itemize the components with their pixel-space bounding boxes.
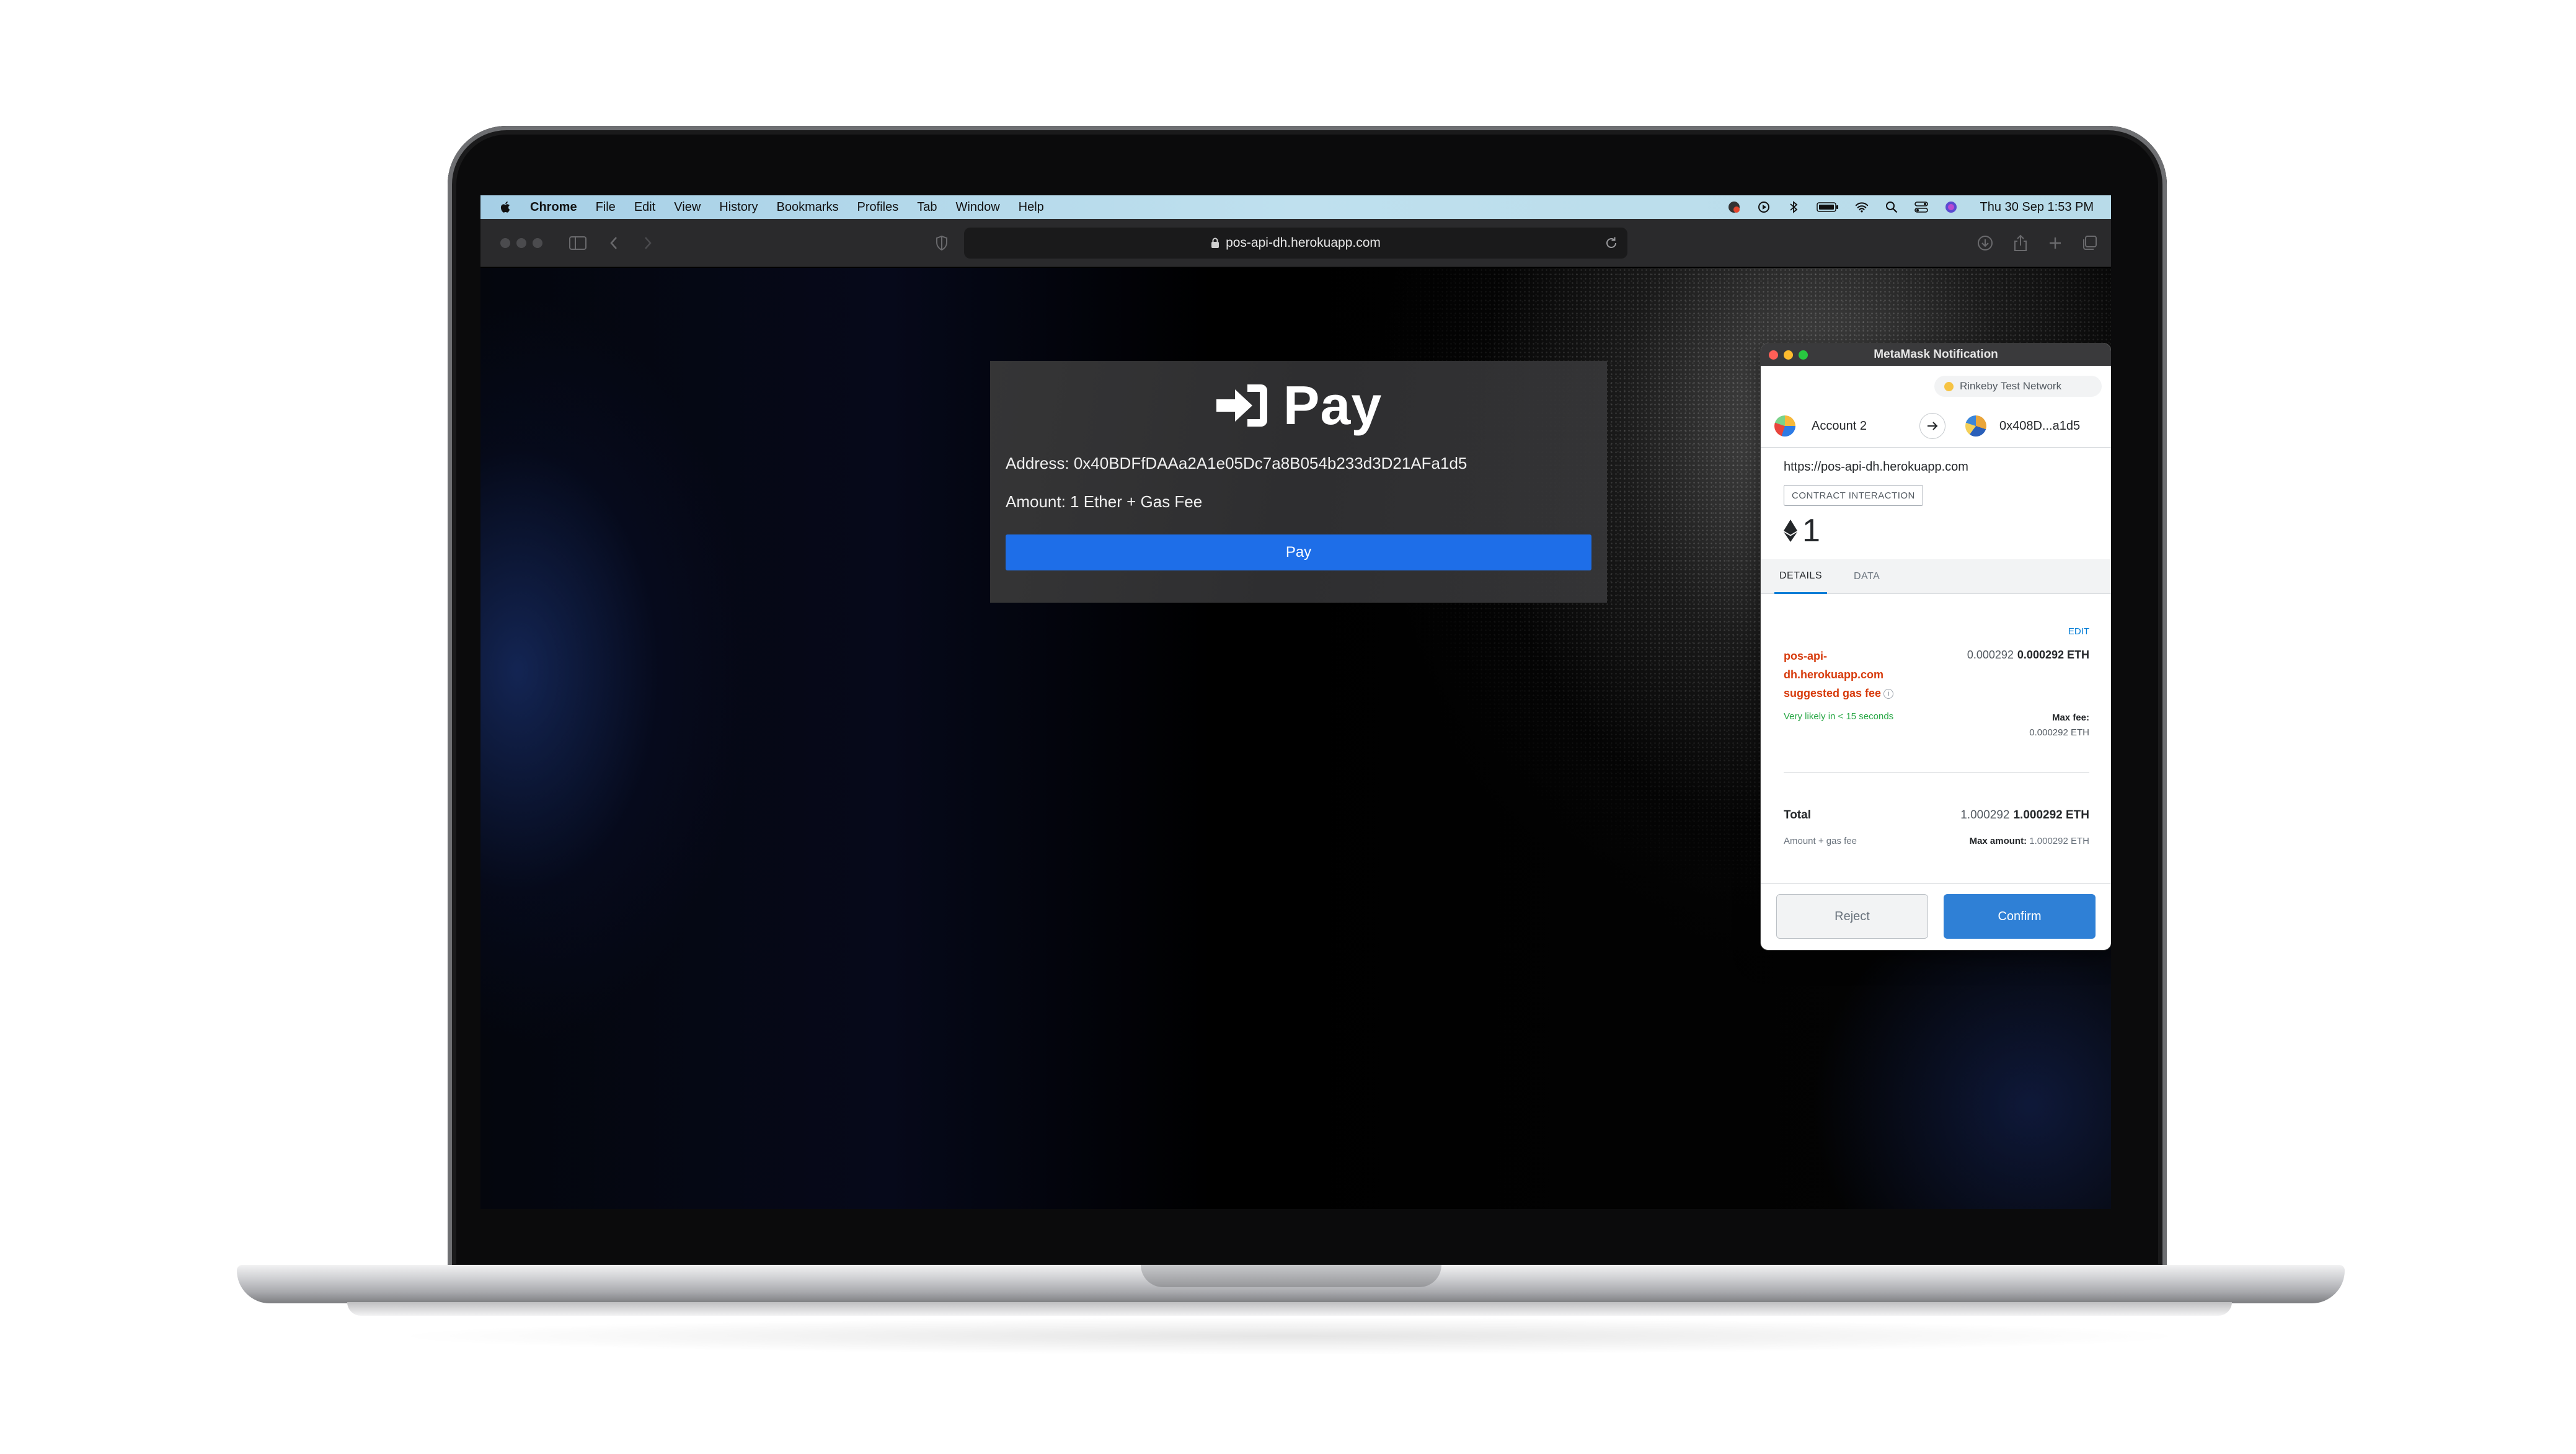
menu-help[interactable]: Help <box>1019 200 1044 215</box>
laptop-notch <box>1141 1265 1441 1287</box>
suggested-gas-fee-text: pos-api-dh.herokuapp.com suggested gas f… <box>1784 650 1884 699</box>
transaction-amount: 1 <box>1784 512 1820 549</box>
menu-bookmarks[interactable]: Bookmarks <box>777 200 839 215</box>
address-bar[interactable]: pos-api-dh.herokuapp.com <box>964 228 1627 259</box>
account-row: Account 2 0x408D...a1d5 <box>1761 404 2111 448</box>
pay-card: Pay Address: 0x40BDFfDAAa2A1e05Dc7a8B054… <box>990 361 1607 603</box>
gas-fee-amount: 0.000292 0.000292 ETH <box>1967 649 2089 662</box>
arrow-right-icon <box>1919 413 1945 439</box>
metamask-zoom-button[interactable] <box>1799 350 1808 360</box>
total-sub-label: Amount + gas fee <box>1784 836 1857 846</box>
pay-button[interactable]: Pay <box>1006 534 1591 570</box>
max-amount-value: 1.000292 ETH <box>2029 836 2089 846</box>
gas-fee-estimate-time: Very likely in < 15 seconds <box>1784 711 1894 722</box>
lock-icon <box>1211 237 1219 248</box>
metamask-minimize-button[interactable] <box>1784 350 1793 360</box>
menu-file[interactable]: File <box>596 200 616 215</box>
metamask-tabs: DETAILS DATA <box>1761 559 2111 594</box>
window-close-button[interactable] <box>500 238 510 248</box>
laptop-screen: Chrome File Edit View History Bookmarks … <box>480 195 2111 1209</box>
pay-heading-text: Pay <box>1283 375 1383 436</box>
pay-amount: Amount: 1 Ether + Gas Fee <box>1006 492 1203 511</box>
total-amount: 1.000292 1.000292 ETH <box>1960 809 2089 822</box>
address-bar-url: pos-api-dh.herokuapp.com <box>1226 236 1381 250</box>
pay-heading: Pay <box>990 375 1607 437</box>
confirm-button[interactable]: Confirm <box>1944 894 2096 939</box>
spotlight-search-icon[interactable] <box>1885 200 1898 214</box>
browser-toolbar: pos-api-dh.herokuapp.com <box>480 219 2111 267</box>
metamask-notification-window: MetaMask Notification Rinkeby Test Netwo… <box>1761 344 2111 950</box>
menu-view[interactable]: View <box>674 200 701 215</box>
total-secondary: 1.000292 <box>1960 809 2010 822</box>
sender-avatar <box>1774 415 1795 437</box>
new-tab-icon[interactable] <box>2045 233 2066 254</box>
download-icon[interactable] <box>1975 233 1996 254</box>
menu-bar-clock[interactable]: Thu 30 Sep 1:53 PM <box>1980 200 2094 215</box>
laptop-base-foot <box>347 1302 2232 1316</box>
forward-icon[interactable] <box>637 233 658 254</box>
share-icon[interactable] <box>2010 233 2031 254</box>
tab-details[interactable]: DETAILS <box>1774 559 1827 594</box>
play-icon[interactable] <box>1757 200 1771 214</box>
footer-divider <box>1761 883 2111 884</box>
menu-edit[interactable]: Edit <box>634 200 655 215</box>
menu-history[interactable]: History <box>719 200 758 215</box>
menu-profiles[interactable]: Profiles <box>857 200 899 215</box>
transaction-type-badge: CONTRACT INTERACTION <box>1784 485 1923 506</box>
sender-account-name[interactable]: Account 2 <box>1812 419 1867 433</box>
siri-icon[interactable] <box>1944 200 1958 214</box>
mac-menu-bar: Chrome File Edit View History Bookmarks … <box>480 195 2111 219</box>
battery-icon[interactable] <box>1816 200 1839 214</box>
tab-overview-icon[interactable] <box>2079 233 2100 254</box>
gas-fee-primary: 0.000292 ETH <box>2017 649 2089 661</box>
max-fee-value: 0.000292 ETH <box>2029 727 2089 738</box>
total-label: Total <box>1784 809 1811 822</box>
menu-bar-status-area: Thu 30 Sep 1:53 PM <box>1727 195 2094 219</box>
privacy-shield-icon[interactable] <box>931 233 952 254</box>
network-indicator[interactable]: Rinkeby Test Network <box>1934 376 2102 397</box>
suggested-gas-fee-label: pos-api-dh.herokuapp.com suggested gas f… <box>1784 647 1920 703</box>
max-amount: Max amount: 1.000292 ETH <box>1970 836 2089 846</box>
origin-url: https://pos-api-dh.herokuapp.com <box>1784 460 1968 474</box>
total-primary: 1.000292 ETH <box>2013 809 2089 822</box>
reject-button[interactable]: Reject <box>1776 894 1928 939</box>
metamask-close-button[interactable] <box>1769 350 1778 360</box>
control-center-icon[interactable] <box>1914 200 1928 214</box>
window-minimize-button[interactable] <box>516 238 526 248</box>
info-icon[interactable]: i <box>1883 689 1894 699</box>
pay-address: Address: 0x40BDFfDAAa2A1e05Dc7a8B054b233… <box>1006 454 1467 472</box>
network-status-dot <box>1944 381 1954 391</box>
wifi-icon[interactable] <box>1855 200 1869 214</box>
metamask-window-title: MetaMask Notification <box>1761 344 2111 366</box>
sign-in-icon <box>1216 384 1267 427</box>
window-zoom-button[interactable] <box>533 238 542 248</box>
back-icon[interactable] <box>603 233 624 254</box>
transaction-amount-value: 1 <box>1802 513 1820 549</box>
recipient-avatar <box>1965 415 1986 437</box>
menu-window[interactable]: Window <box>956 200 1000 215</box>
max-fee-label: Max fee: <box>2052 712 2089 723</box>
metamask-status-icon[interactable] <box>1727 200 1741 214</box>
recipient-address[interactable]: 0x408D...a1d5 <box>1999 419 2080 433</box>
menu-app-chrome[interactable]: Chrome <box>530 200 577 215</box>
ethereum-icon <box>1784 520 1797 542</box>
apple-icon[interactable] <box>499 200 511 214</box>
menu-tab[interactable]: Tab <box>917 200 937 215</box>
tab-data[interactable]: DATA <box>1854 559 1880 594</box>
sidebar-toggle-icon[interactable] <box>567 233 588 254</box>
gas-fee-secondary: 0.000292 <box>1967 649 2014 661</box>
bluetooth-icon[interactable] <box>1787 200 1800 214</box>
network-name: Rinkeby Test Network <box>1960 380 2062 392</box>
web-page: Pay Address: 0x40BDFfDAAa2A1e05Dc7a8B054… <box>480 268 2111 1209</box>
edit-gas-link[interactable]: EDIT <box>2068 626 2089 637</box>
reload-icon[interactable] <box>1604 236 1619 250</box>
laptop-shadow <box>384 1318 2195 1355</box>
max-amount-label: Max amount: <box>1969 836 2027 846</box>
